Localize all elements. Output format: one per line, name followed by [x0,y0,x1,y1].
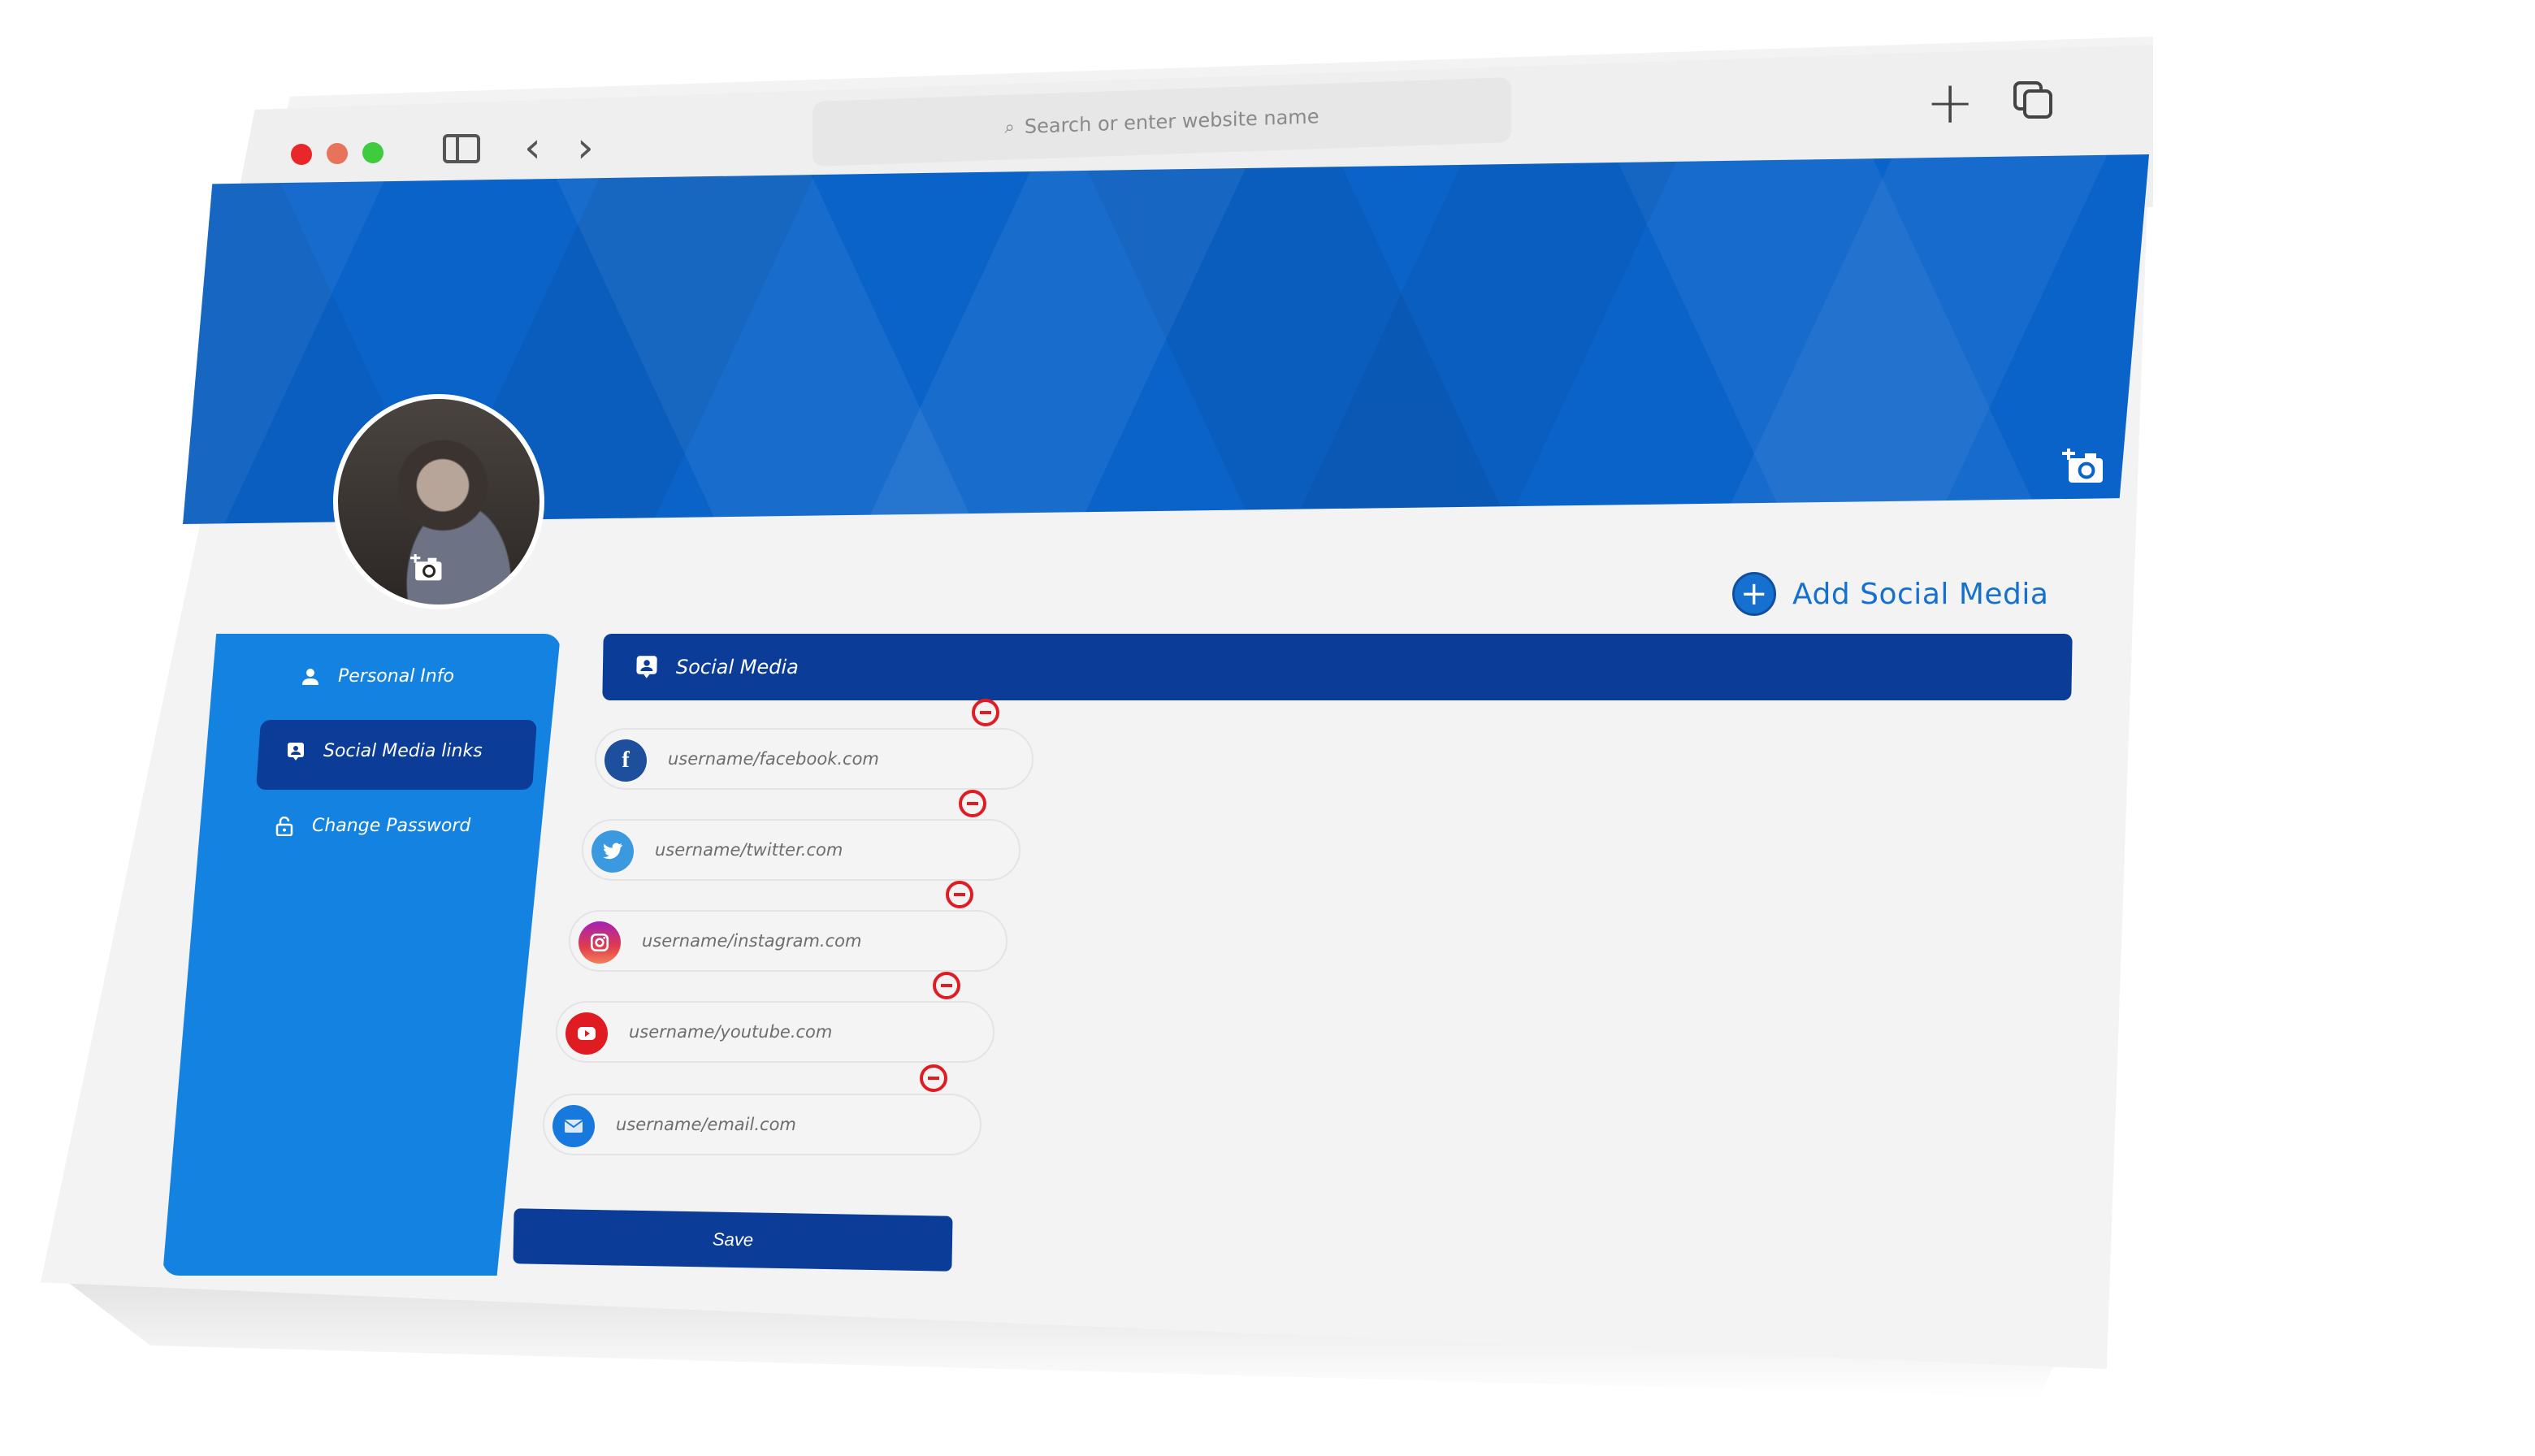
tabs-overview-icon[interactable] [2013,81,2054,122]
social-link-row-facebook[interactable]: f username/facebook.com [595,699,1034,790]
save-button[interactable]: Save [513,1208,953,1272]
youtube-icon [566,1012,608,1055]
section-title: Social Media [675,656,800,678]
add-social-media-button[interactable]: + Add Social Media [1732,572,2048,616]
minimize-window-button[interactable] [327,143,348,164]
twitter-icon [592,830,634,873]
contact-badge-icon [636,656,657,678]
remove-icon[interactable] [972,699,999,726]
browser-mockup: ‹ › ⌕ Search or enter website name + Per… [0,0,2535,1456]
unlock-icon [275,816,294,836]
instagram-icon [578,921,621,964]
facebook-icon: f [604,739,647,782]
email-input[interactable]: username/email.com [616,1115,796,1134]
back-icon[interactable]: ‹ [524,127,541,169]
add-photo-icon[interactable] [2062,448,2104,484]
facebook-input[interactable]: username/facebook.com [668,749,879,769]
email-icon [552,1105,595,1147]
add-social-media-label: Add Social Media [1792,577,2049,611]
forward-icon[interactable]: › [577,127,594,169]
social-link-row-instagram[interactable]: username/instagram.com [569,881,1008,972]
contact-badge-icon [286,742,306,761]
sidebar-item-label: Social Media links [323,741,483,761]
sidebar-item-social-media-links[interactable]: Social Media links [286,741,483,761]
social-link-row-youtube[interactable]: username/youtube.com [556,972,994,1063]
instagram-input[interactable]: username/instagram.com [642,931,861,951]
twitter-input[interactable]: username/twitter.com [655,840,843,860]
remove-icon[interactable] [959,790,986,817]
social-link-row-twitter[interactable]: username/twitter.com [582,790,1020,881]
maximize-window-button[interactable] [362,142,384,163]
remove-icon[interactable] [946,881,973,908]
plus-circle-icon: + [1732,572,1776,616]
close-window-button[interactable] [291,144,312,165]
social-link-row-email[interactable]: username/email.com [543,1064,982,1155]
sidebar-item-label: Personal Info [338,666,454,687]
sidebar-item-change-password[interactable]: Change Password [275,816,470,836]
remove-icon[interactable] [933,972,960,999]
remove-icon[interactable] [920,1064,947,1092]
youtube-input[interactable]: username/youtube.com [629,1022,832,1042]
sidebar-item-label: Change Password [312,816,471,836]
user-icon [301,667,320,687]
sidebar-toggle-icon[interactable] [443,134,480,163]
search-icon: ⌕ [1004,116,1015,138]
new-tab-icon[interactable]: + [1926,73,1974,132]
social-media-section-header: Social Media [602,634,2073,700]
add-photo-icon[interactable] [410,554,443,582]
sidebar-item-personal-info[interactable]: Personal Info [301,666,454,687]
address-placeholder: Search or enter website name [1024,105,1320,138]
